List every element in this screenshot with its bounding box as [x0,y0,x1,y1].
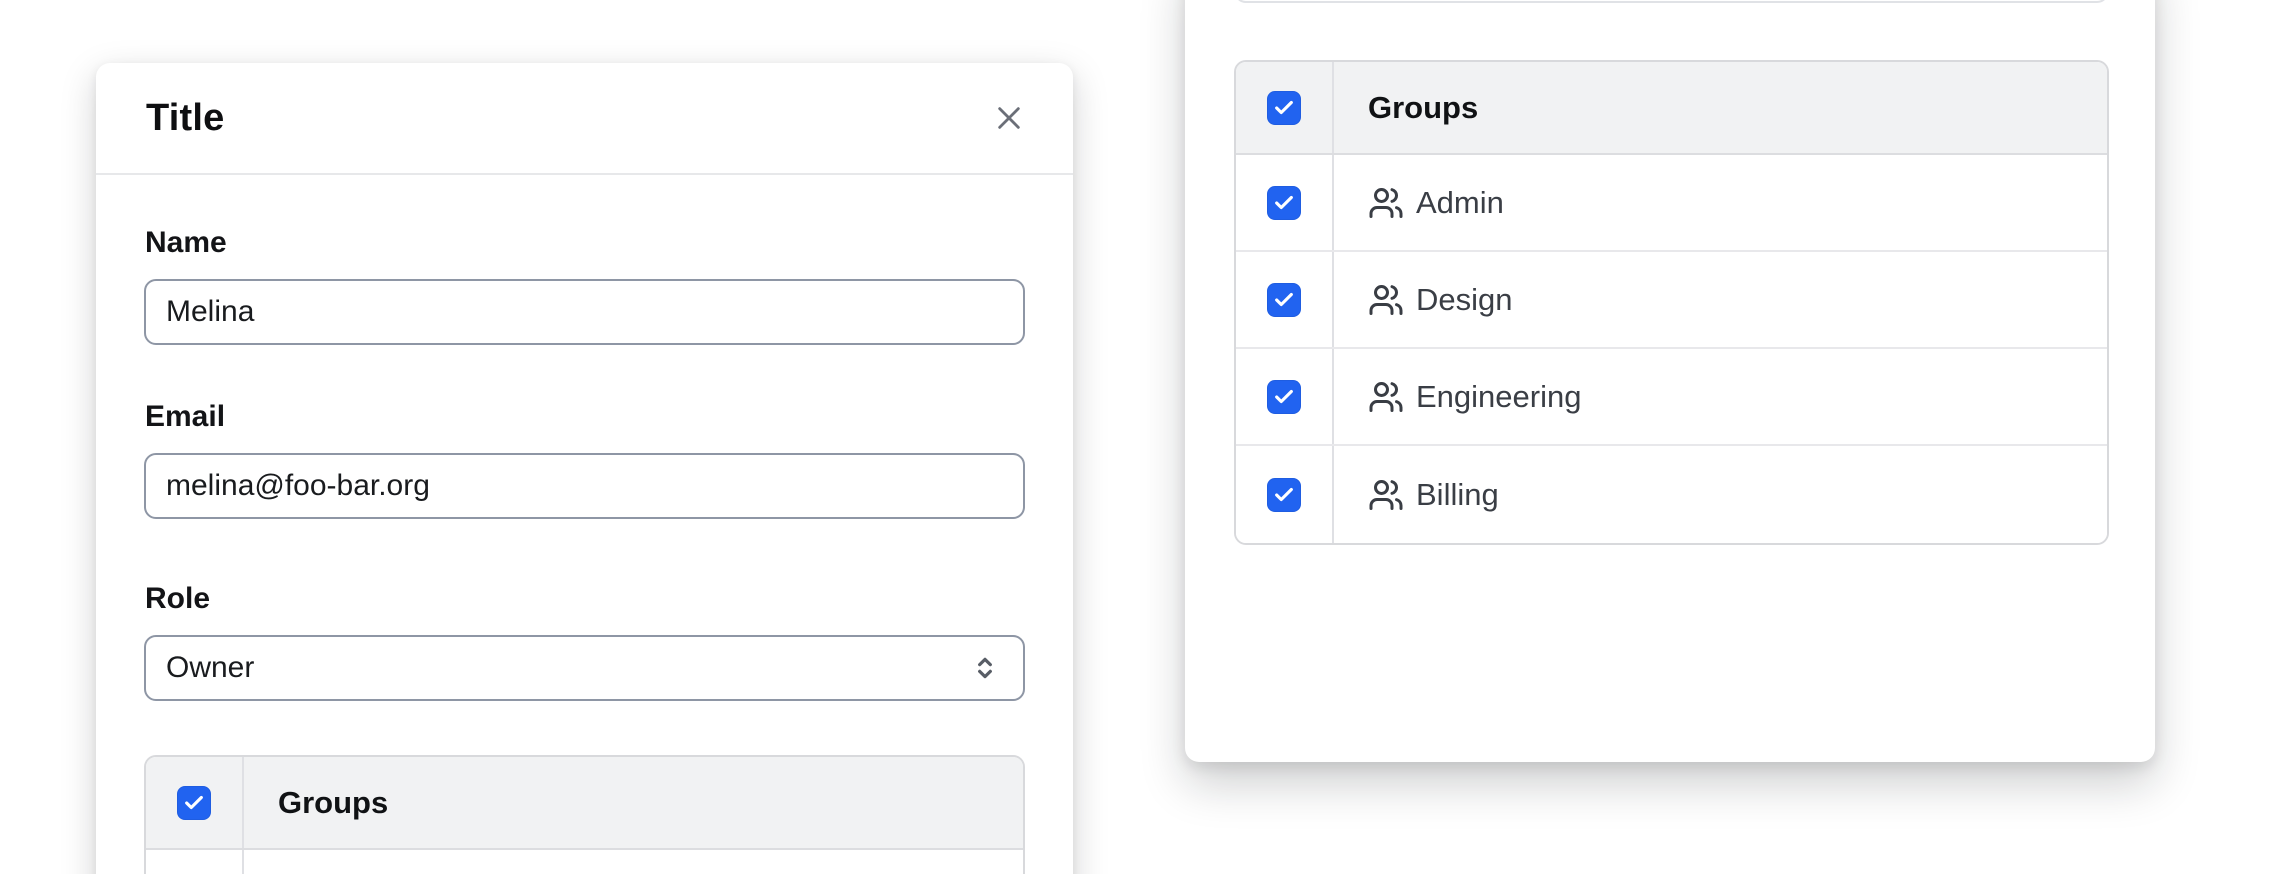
email-input[interactable] [144,453,1025,519]
name-label: Name [145,225,1025,261]
users-icon [1368,379,1404,415]
screen: Title Name Email Role Owner [0,0,2276,874]
header-checkbox-cell [1236,62,1334,153]
group-checkbox-cell [1236,252,1334,347]
cutoff-select-bottom [1234,0,2109,3]
header-checkbox-cell [146,757,244,848]
check-icon [1273,192,1295,214]
group-row: Admin [1236,155,2107,252]
edit-user-modal: Title Name Email Role Owner [96,63,1073,874]
group-row: Admin [146,850,1023,874]
x-icon [993,102,1025,134]
panel-table-wrap: Groups Admin [1234,60,2109,545]
email-label: Email [145,399,1025,435]
header-label-cell: Groups [244,757,388,848]
check-icon [1273,289,1295,311]
groups-rows: Admin Design [146,850,1023,874]
group-row: Engineering [1236,349,2107,446]
group-checkbox[interactable] [1267,283,1301,317]
groups-panel: Groups Admin [1185,0,2155,762]
name-input[interactable] [144,279,1025,345]
group-row: Billing [1236,446,2107,543]
group-checkbox-cell [1236,446,1334,543]
name-field-group: Name [144,225,1025,345]
group-checkbox-cell [1236,349,1334,444]
select-all-checkbox[interactable] [177,786,211,820]
close-button[interactable] [981,90,1037,146]
modal-body: Name Email Role Owner [96,175,1073,874]
groups-table-header: Groups [1236,62,2107,155]
group-row-label: Billing [1416,477,1499,513]
modal-header: Title [96,63,1073,175]
groups-table-header: Groups [146,757,1023,850]
email-field-group: Email [144,399,1025,519]
group-checkbox-cell [146,850,244,874]
group-label-cell: Design [1334,252,1513,347]
group-label-cell: Admin [1334,155,1504,250]
group-checkbox[interactable] [1267,186,1301,220]
group-label-cell: Admin [244,850,414,874]
check-icon [183,792,205,814]
groups-header-label: Groups [1368,90,1478,126]
check-icon [1273,97,1295,119]
groups-header-label: Groups [278,785,388,821]
role-select-value: Owner [166,651,254,685]
group-label-cell: Billing [1334,446,1499,543]
group-row-label: Engineering [1416,379,1581,415]
header-label-cell: Groups [1334,62,1478,153]
group-checkbox-cell [1236,155,1334,250]
check-icon [1273,484,1295,506]
users-icon [1368,282,1404,318]
chevrons-up-down-icon [969,652,1001,684]
modal-title: Title [146,97,224,140]
role-label: Role [145,581,1025,617]
role-field-group: Role Owner [144,581,1025,701]
modal-groups-table: Groups Admin [144,755,1025,874]
group-checkbox[interactable] [1267,380,1301,414]
check-icon [1273,386,1295,408]
users-icon [1368,477,1404,513]
groups-rows: Admin Design [1236,155,2107,543]
group-row-label: Admin [1416,185,1504,221]
users-icon [1368,185,1404,221]
role-select[interactable]: Owner [144,635,1025,701]
panel-groups-table: Groups Admin [1234,60,2109,545]
group-label-cell: Engineering [1334,349,1581,444]
group-row: Design [1236,252,2107,349]
select-all-checkbox[interactable] [1267,91,1301,125]
group-row-label: Design [1416,282,1513,318]
group-checkbox[interactable] [1267,478,1301,512]
